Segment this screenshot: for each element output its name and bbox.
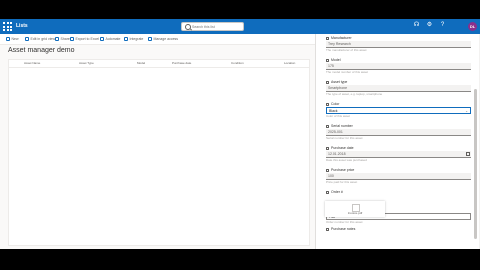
manage-access-button[interactable]: Manage access: [148, 36, 178, 42]
avatar[interactable]: DL: [468, 22, 477, 31]
choice-field-icon: [326, 81, 329, 84]
text-field-icon: [326, 125, 329, 128]
field-purchase-date: Purchase date 12.01.2018 Date this asset…: [326, 146, 471, 163]
column-header[interactable]: Condition: [231, 61, 244, 66]
page-title: Asset manager demo: [8, 47, 75, 54]
share-icon: [55, 37, 59, 41]
megaphone-icon[interactable]: ☊: [413, 22, 420, 29]
gear-icon[interactable]: ⚙: [426, 22, 433, 29]
list-grid: Asset Name Asset Type Model Purchase dat…: [8, 59, 310, 246]
field-purchase-notes: Purchase notes: [326, 227, 471, 232]
grid-header: Asset Name Asset Type Model Purchase dat…: [9, 60, 309, 68]
export-button[interactable]: Export to Excel: [70, 36, 99, 42]
chevron-down-icon: ⌄: [465, 109, 468, 113]
field-color: Color Black ⌄ Color of this asset: [326, 102, 471, 119]
header-actions: ☊ ⚙ ?: [413, 22, 446, 29]
column-header[interactable]: Purchase date: [172, 61, 191, 66]
notes-field-icon: [326, 228, 329, 231]
field-manufacturer: Manufacturer Trey Research The manufactu…: [326, 36, 471, 53]
integrate-button[interactable]: Integrate: [124, 36, 143, 42]
text-field-icon: [326, 37, 329, 40]
text-field-icon: [326, 191, 329, 194]
edit-grid-button[interactable]: Edit in grid view: [25, 36, 55, 42]
column-header[interactable]: Model: [137, 61, 145, 66]
suite-bar: Lists ☊ ⚙ ? DL: [0, 19, 480, 34]
search-box[interactable]: [181, 22, 244, 31]
app-window: Lists ☊ ⚙ ? DL New Edit in grid view Sha…: [0, 19, 480, 249]
panel-scrollbar[interactable]: [474, 89, 477, 239]
choice-field-icon: [326, 103, 329, 106]
model-input[interactable]: 175: [326, 63, 471, 70]
automate-button[interactable]: Automate: [100, 36, 120, 42]
asset-type-input[interactable]: Smartphone: [326, 85, 471, 92]
field-asset-type: Asset type Smartphone The type of asset,…: [326, 80, 471, 97]
help-icon[interactable]: ?: [439, 22, 446, 29]
new-button[interactable]: New: [6, 36, 19, 42]
search-icon: [185, 24, 191, 30]
automate-icon: [100, 37, 104, 41]
text-field-icon: [326, 59, 329, 62]
field-order: Order #: [326, 190, 471, 195]
calendar-field-icon: [326, 147, 329, 150]
plus-icon: [6, 37, 10, 41]
field-serial-number: Serial number 2025-001 Serial number for…: [326, 124, 471, 141]
field-model: Model 175 The model number of this asset: [326, 58, 471, 75]
column-header[interactable]: Location: [284, 61, 295, 66]
column-header[interactable]: Asset Type: [79, 61, 94, 66]
share-button[interactable]: Share: [55, 36, 70, 42]
attachment-card[interactable]: Invoice.pdf: [325, 201, 385, 217]
app-title[interactable]: Lists: [16, 22, 28, 31]
purchase-date-input[interactable]: 12.01.2018: [326, 151, 471, 158]
people-icon: [148, 37, 152, 41]
color-dropdown[interactable]: Black ⌄: [326, 107, 471, 114]
command-bar: New Edit in grid view Share Export to Ex…: [0, 34, 315, 45]
excel-icon: [70, 37, 74, 41]
field-purchase-price: Purchase price 100 Price paid for this a…: [326, 168, 471, 185]
manufacturer-input[interactable]: Trey Research: [326, 41, 471, 48]
purchase-price-input[interactable]: 100: [326, 173, 471, 180]
grid-icon: [25, 37, 29, 41]
search-input[interactable]: [192, 24, 240, 29]
serial-number-input[interactable]: 2025-001: [326, 129, 471, 136]
column-header[interactable]: Asset Name: [24, 61, 40, 66]
calendar-icon[interactable]: [466, 152, 470, 156]
currency-field-icon: [326, 169, 329, 172]
app-launcher-icon[interactable]: [3, 22, 12, 31]
integrate-icon: [124, 37, 128, 41]
